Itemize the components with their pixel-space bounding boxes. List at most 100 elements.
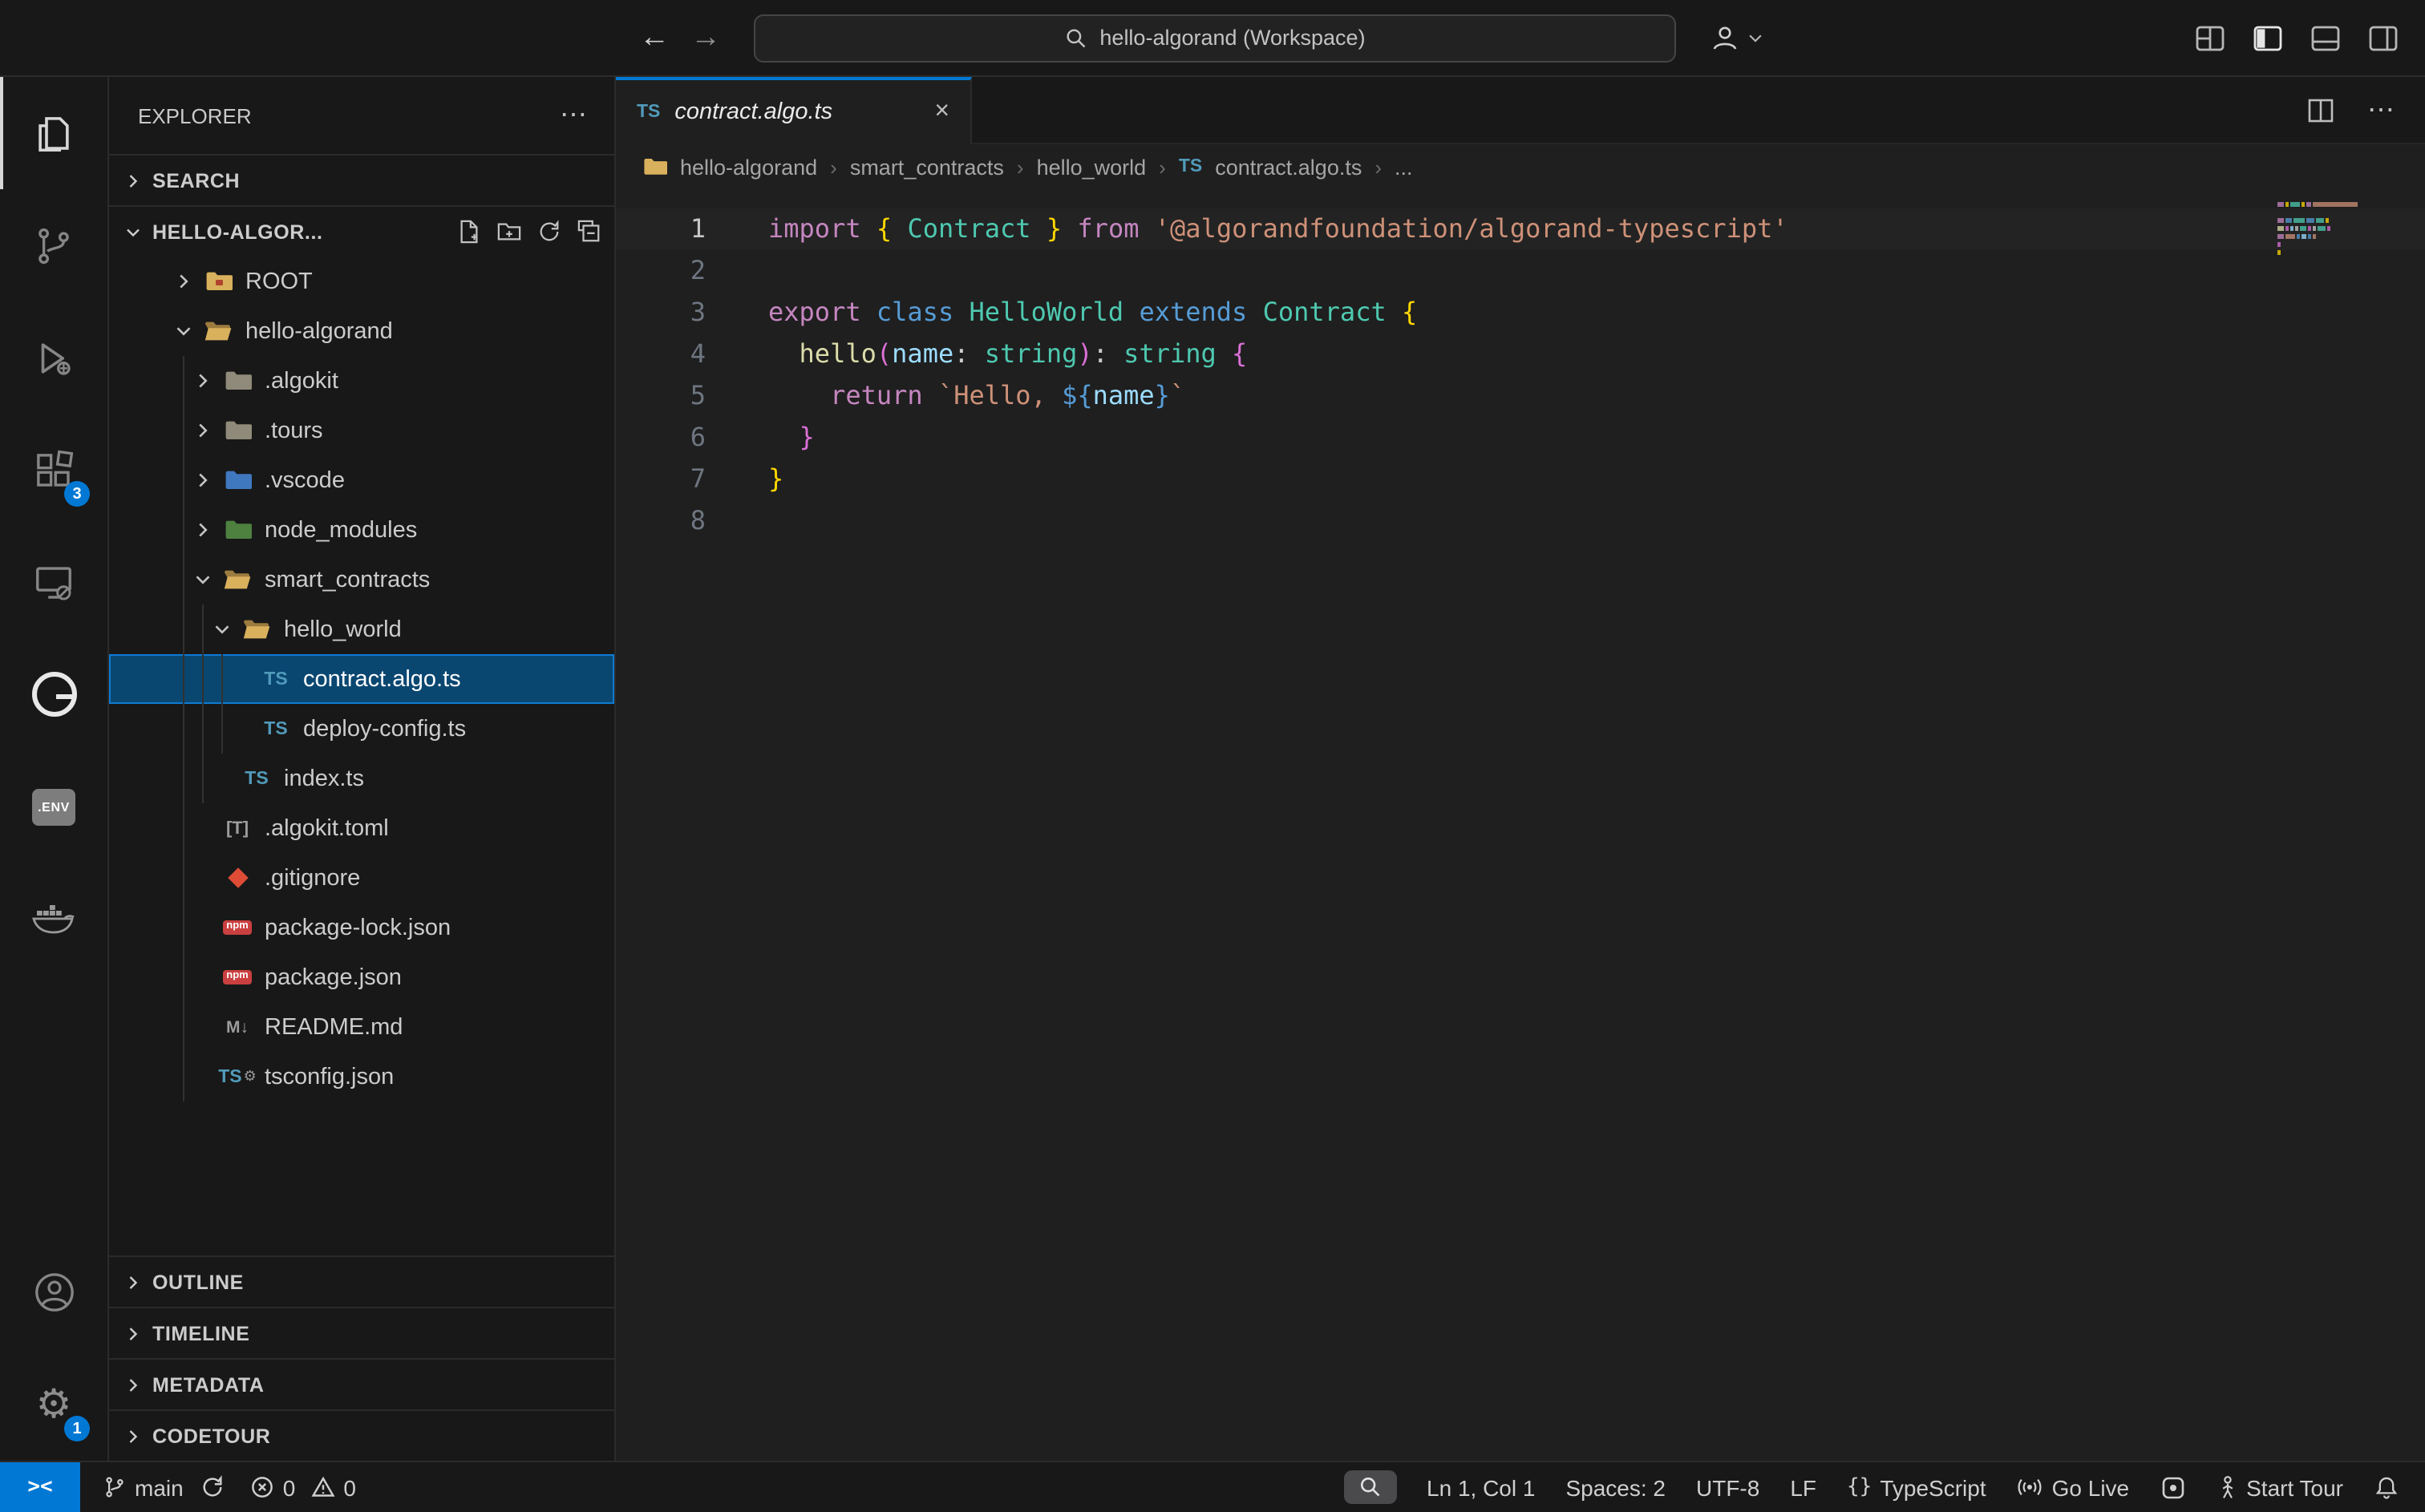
indent-guide — [221, 654, 223, 754]
refresh-icon[interactable] — [537, 220, 561, 244]
code-line[interactable]: 5 return `Hello, ${name}` — [616, 375, 2425, 417]
collapse-all-icon[interactable] — [577, 220, 601, 244]
language-mode[interactable]: {} TypeScript — [1847, 1474, 1986, 1500]
remote-indicator[interactable]: >< — [0, 1462, 80, 1512]
code-text: } — [768, 417, 815, 459]
chevron-down-icon — [122, 220, 144, 243]
command-center[interactable]: hello-algorand (Workspace) — [754, 14, 1676, 62]
section-metadata[interactable]: METADATA — [109, 1358, 614, 1409]
code-lines: 1import { Contract } from '@algorandfoun… — [616, 208, 2425, 542]
back-arrow-icon[interactable]: ← — [629, 20, 680, 55]
breadcrumb-item[interactable]: ... — [1395, 155, 1413, 179]
tree-item-tsconfig.json[interactable]: TS⚙tsconfig.json — [109, 1052, 614, 1102]
tree-item-label: hello-algorand — [245, 318, 393, 344]
tree-item-.vscode[interactable]: .vscode — [109, 455, 614, 505]
language-label: TypeScript — [1880, 1474, 1986, 1500]
more-actions-icon[interactable]: ⋯ — [560, 99, 589, 131]
code-line[interactable]: 7} — [616, 459, 2425, 500]
toggle-panel-icon[interactable] — [2310, 22, 2342, 54]
code-line[interactable]: 4 hello(name: string): string { — [616, 334, 2425, 375]
tree-item-hello-algorand[interactable]: hello-algorand — [109, 306, 614, 356]
tree-item-label: package-lock.json — [265, 915, 451, 940]
tree-item-hello_world[interactable]: hello_world — [109, 604, 614, 654]
tree-item-deploy-config.ts[interactable]: TSdeploy-config.ts — [109, 704, 614, 754]
breadcrumb-item[interactable]: contract.algo.ts — [1215, 155, 1362, 179]
problems-item[interactable]: 0 0 — [251, 1474, 356, 1500]
start-tour-item[interactable]: Start Tour — [2216, 1474, 2343, 1500]
customize-layout-icon[interactable] — [2194, 22, 2226, 54]
new-file-icon[interactable] — [457, 220, 481, 244]
code-line[interactable]: 8 — [616, 500, 2425, 542]
toggle-primary-sidebar-icon[interactable] — [2252, 22, 2284, 54]
tree-item-ROOT[interactable]: ROOT — [109, 257, 614, 306]
algokit-icon[interactable] — [0, 638, 107, 750]
tree-item-package.json[interactable]: npmpackage.json — [109, 952, 614, 1002]
tree-item-.tours[interactable]: .tours — [109, 406, 614, 455]
extension-status-icon[interactable] — [2160, 1474, 2185, 1500]
encoding[interactable]: UTF-8 — [1696, 1474, 1759, 1500]
code-line[interactable]: 2 — [616, 250, 2425, 292]
run-debug-icon[interactable] — [0, 301, 107, 414]
section-codetour[interactable]: CODETOUR — [109, 1409, 614, 1461]
minimap[interactable] — [2277, 202, 2396, 266]
breadcrumb-item[interactable]: smart_contracts — [850, 155, 1004, 179]
cursor-position[interactable]: Ln 1, Col 1 — [1427, 1474, 1535, 1500]
code-line[interactable]: 3export class HelloWorld extends Contrac… — [616, 292, 2425, 334]
section-search[interactable]: SEARCH — [109, 154, 614, 205]
more-editor-actions-icon[interactable]: ⋯ — [2367, 94, 2396, 126]
tab-contract-algo-ts[interactable]: TS contract.algo.ts × — [616, 77, 972, 144]
breadcrumb-item[interactable]: hello-algorand — [680, 155, 817, 179]
settings-gear-icon[interactable]: ⚙ 1 — [0, 1348, 107, 1461]
zoom-indicator[interactable] — [1343, 1470, 1396, 1504]
remote-explorer-icon[interactable] — [0, 526, 107, 638]
close-tab-icon[interactable]: × — [934, 99, 949, 125]
tree-item-label: package.json — [265, 964, 402, 990]
toggle-secondary-sidebar-icon[interactable] — [2367, 22, 2399, 54]
folder-open2-icon — [241, 617, 273, 642]
tsconfig-icon: TS⚙ — [221, 1064, 253, 1090]
folder-open-icon — [202, 318, 234, 344]
split-editor-icon[interactable] — [2306, 95, 2335, 124]
section-timeline[interactable]: TIMELINE — [109, 1307, 614, 1358]
code-line[interactable]: 1import { Contract } from '@algorandfoun… — [616, 208, 2425, 250]
tree-item-node_modules[interactable]: node_modules — [109, 505, 614, 555]
typescript-file-icon: TS — [1179, 157, 1202, 176]
tree-item-index.ts[interactable]: TS index.ts — [109, 754, 614, 803]
tree-item-smart_contracts[interactable]: smart_contracts — [109, 555, 614, 604]
sidebar-header: EXPLORER ⋯ — [109, 77, 614, 154]
indentation[interactable]: Spaces: 2 — [1565, 1474, 1666, 1500]
layout-controls — [2194, 22, 2425, 54]
tree-item-.gitignore[interactable]: .gitignore — [109, 853, 614, 903]
eol-sequence[interactable]: LF — [1790, 1474, 1816, 1500]
section-workspace[interactable]: HELLO-ALGOR... — [109, 205, 614, 257]
accounts-icon[interactable] — [0, 1236, 107, 1348]
tree-item-.algokit.toml[interactable]: [T].algokit.toml — [109, 803, 614, 853]
tree-item-README.md[interactable]: M↓README.md — [109, 1002, 614, 1052]
tree-item-contract.algo.ts[interactable]: TScontract.algo.ts — [109, 654, 614, 704]
docker-icon[interactable] — [0, 863, 107, 975]
folder-plain-icon — [221, 368, 253, 394]
explorer-activity-icon[interactable] — [0, 77, 107, 189]
branch-item[interactable]: main — [103, 1474, 225, 1500]
extensions-icon[interactable]: 3 — [0, 414, 107, 526]
breadcrumb-item[interactable]: hello_world — [1037, 155, 1147, 179]
new-folder-icon[interactable] — [497, 220, 521, 244]
account-button[interactable] — [1708, 21, 1764, 55]
ts-icon: TS — [241, 766, 273, 791]
section-outline[interactable]: OUTLINE — [109, 1255, 614, 1307]
tree-item-label: node_modules — [265, 517, 417, 543]
code-editor[interactable]: 1import { Contract } from '@algorandfoun… — [616, 189, 2425, 1461]
extensions-badge: 3 — [64, 481, 90, 507]
go-live-item[interactable]: Go Live — [2017, 1474, 2130, 1500]
sync-icon[interactable] — [201, 1475, 225, 1499]
dotenv-icon[interactable]: .ENV — [0, 750, 107, 863]
forward-arrow-icon[interactable]: → — [680, 20, 731, 55]
tree-item-package-lock.json[interactable]: npmpackage-lock.json — [109, 903, 614, 952]
tree-item-.algokit[interactable]: .algokit — [109, 356, 614, 406]
section-codetour-label: CODETOUR — [152, 1425, 270, 1447]
source-control-icon[interactable] — [0, 189, 107, 301]
bell-icon[interactable] — [2374, 1474, 2399, 1500]
tree-item-label: index.ts — [284, 766, 364, 791]
chevron-right-icon — [183, 468, 221, 492]
code-line[interactable]: 6 } — [616, 417, 2425, 459]
